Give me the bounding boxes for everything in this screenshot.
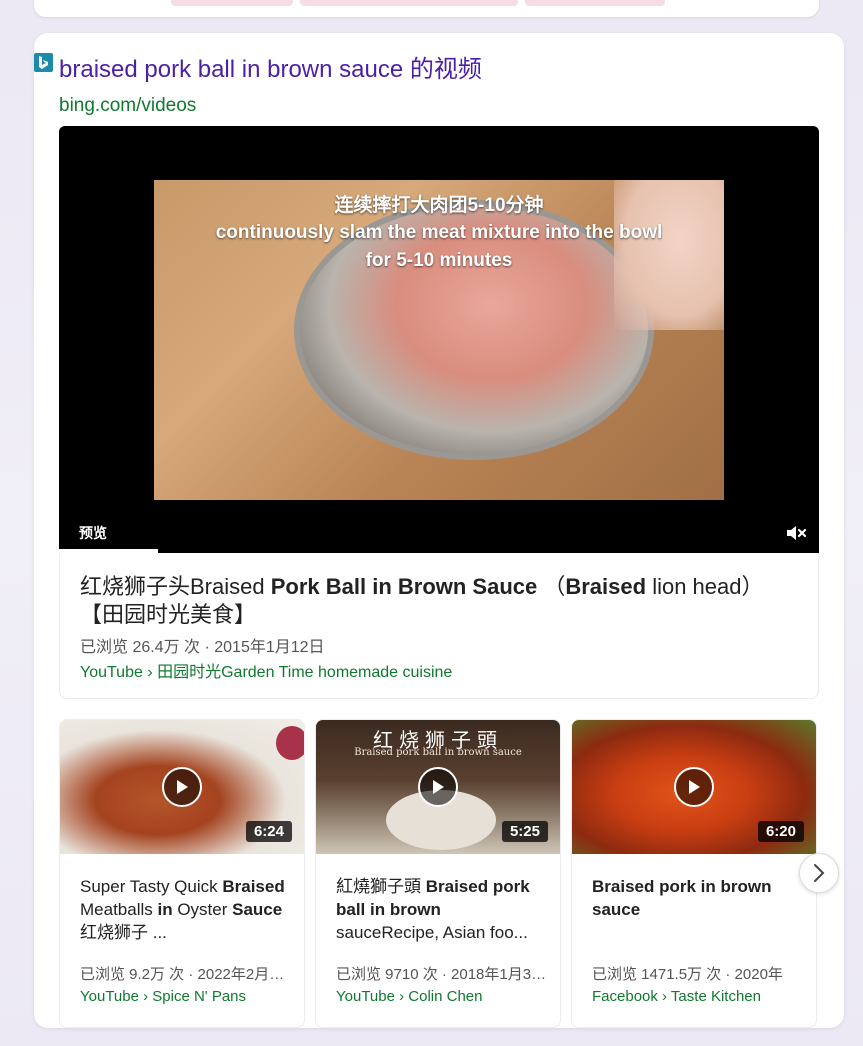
play-icon[interactable]: [418, 767, 458, 807]
featured-video-title[interactable]: 红烧狮子头Braised Pork Ball in Brown Sauce （B…: [80, 573, 780, 629]
video-title: Super Tasty Quick Braised Meatballs in O…: [80, 875, 292, 947]
video-results-card: braised pork ball in brown sauce 的视频 bin…: [34, 33, 844, 1028]
video-meta: 已浏览 1471.5万 次 · 2020年: [592, 966, 783, 983]
onion-image: [276, 726, 304, 760]
title-text: Super Tasty Quick: [80, 877, 223, 896]
title-text: 红烧狮子头Braised: [80, 574, 271, 599]
video-source[interactable]: YouTube › Colin Chen: [336, 988, 556, 1005]
related-chip[interactable]: [525, 0, 665, 6]
subtitle-en-line2: for 5-10 minutes: [365, 250, 513, 271]
video-card[interactable]: 6:24 Super Tasty Quick Braised Meatballs…: [59, 719, 305, 1028]
video-duration: 6:24: [245, 821, 292, 842]
preview-label: 预览: [79, 525, 107, 541]
title-text: 红烧狮子 ...: [80, 923, 167, 942]
title-text: Oyster: [172, 900, 233, 919]
title-bold-text: Braised: [565, 574, 647, 599]
bing-logo-icon: [34, 53, 53, 72]
featured-video-source[interactable]: YouTube › 田园时光Garden Time homemade cuisi…: [80, 658, 452, 682]
video-meta: 已浏览 9710 次 · 2018年1月30日: [336, 966, 548, 983]
thumbnail-title-en: Braised pork ball in brown sauce: [354, 747, 522, 758]
video-preview-player[interactable]: 连续摔打大肉团5-10分钟 continuously slam the meat…: [59, 126, 819, 553]
featured-video-meta: 已浏览 26.4万 次 · 2015年1月12日: [80, 639, 325, 656]
video-title: Braised pork in brown sauce: [592, 875, 804, 947]
video-source[interactable]: YouTube › Spice N' Pans: [80, 988, 300, 1005]
video-card[interactable]: 红烧狮子頭 Braised pork ball in brown sauce 5…: [315, 719, 561, 1028]
video-frame: 连续摔打大肉团5-10分钟 continuously slam the meat…: [154, 180, 724, 500]
video-thumbnail: 6:24: [60, 720, 304, 854]
video-duration: 5:25: [501, 821, 548, 842]
related-chip[interactable]: [171, 0, 293, 6]
video-source[interactable]: Facebook › Taste Kitchen: [592, 988, 812, 1005]
chevron-right-icon: [814, 864, 825, 882]
title-text: （: [537, 574, 566, 599]
carousel-next-button[interactable]: [799, 853, 839, 893]
video-duration: 6:20: [757, 821, 804, 842]
title-bold-text: Braised: [222, 877, 285, 896]
bing-b-icon: [39, 56, 48, 69]
title-bold-text: Braised pork in brown sauce: [592, 877, 772, 919]
result-source-url[interactable]: bing.com/videos: [59, 95, 196, 117]
related-chip[interactable]: [300, 0, 518, 6]
subtitle-cn: 连续摔打大肉团5-10分钟: [334, 195, 544, 216]
title-bold-text: Sauce: [232, 900, 283, 919]
video-card[interactable]: 6:20 Braised pork in brown sauce 已浏览 147…: [571, 719, 817, 1028]
title-text: Meatballs: [80, 900, 158, 919]
title-text: 紅燒獅子頭: [336, 877, 426, 896]
video-meta: 已浏览 9.2万 次 · 2022年2月5日: [80, 966, 292, 983]
play-icon[interactable]: [162, 767, 202, 807]
play-icon[interactable]: [674, 767, 714, 807]
video-title: 紅燒獅子頭 Braised pork ball in brown sauceRe…: [336, 875, 548, 947]
result-title-link[interactable]: braised pork ball in brown sauce 的视频: [59, 49, 482, 84]
mute-icon[interactable]: [785, 524, 807, 542]
video-thumbnail: 红烧狮子頭 Braised pork ball in brown sauce 5…: [316, 720, 560, 854]
subtitle-en-line1: continuously slam the meat mixture into …: [215, 222, 663, 243]
featured-video-info[interactable]: 红烧狮子头Braised Pork Ball in Brown Sauce （B…: [59, 553, 819, 699]
previous-result-card: [34, 0, 819, 17]
title-bold-text: in: [157, 900, 173, 919]
video-thumbnail: 6:20: [572, 720, 816, 854]
title-bold-text: Pork Ball in Brown Sauce: [270, 574, 538, 599]
title-text: sauceRecipe, Asian foo...: [336, 923, 528, 942]
